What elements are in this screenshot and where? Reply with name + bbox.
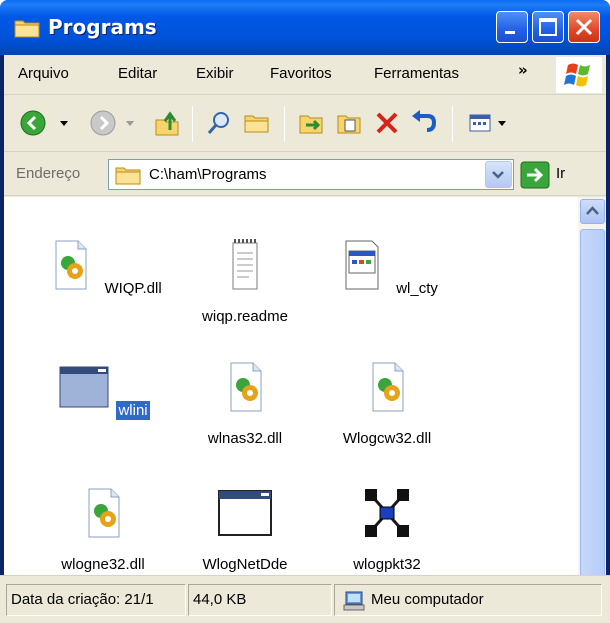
go-button-label[interactable]: Ir: [556, 165, 565, 182]
undo-icon[interactable]: [408, 108, 438, 138]
menu-overflow-chevron[interactable]: »: [518, 61, 528, 79]
file-name: wlogpkt32: [353, 556, 421, 573]
window-title: Programs: [48, 15, 157, 39]
dll-icon: [88, 488, 120, 538]
file-item[interactable]: wlogpkt32: [322, 485, 452, 574]
toolbar-separator: [192, 106, 193, 142]
window-client: Arquivo Editar Exibir Favoritos Ferramen…: [4, 55, 606, 623]
file-name: wiqp.readme: [202, 308, 288, 325]
go-arrow-icon[interactable]: [520, 161, 550, 189]
title-bar[interactable]: Programs: [0, 0, 610, 55]
copy-to-icon[interactable]: [334, 108, 364, 138]
file-name: wlogne32.dll: [61, 556, 145, 573]
file-name: wlini: [116, 401, 150, 420]
status-segment: 44,0 KB: [188, 584, 332, 616]
minimize-button[interactable]: [496, 11, 528, 43]
views-dropdown-icon[interactable]: [498, 121, 506, 126]
delete-icon[interactable]: [372, 108, 402, 138]
menu-exibir[interactable]: Exibir: [196, 65, 234, 82]
file-item[interactable]: WIQP.dll: [38, 237, 168, 298]
dll-icon: [55, 240, 87, 290]
scroll-thumb[interactable]: [580, 229, 605, 600]
search-icon[interactable]: [204, 108, 234, 138]
file-item[interactable]: wl_cty: [322, 237, 452, 298]
file-item[interactable]: wlogne32.dll: [38, 485, 168, 574]
toolbar-separator: [284, 106, 285, 142]
file-item[interactable]: wlnas32.dll: [180, 359, 310, 448]
address-label: Endereço: [16, 165, 81, 182]
file-name: Wlogcw32.dll: [342, 430, 432, 447]
network-app-icon: [365, 489, 409, 537]
menu-editar[interactable]: Editar: [118, 65, 157, 82]
status-bar: Data da criação: 21/1 44,0 KB Meu comput…: [0, 575, 610, 623]
back-dropdown-icon[interactable]: [60, 121, 68, 126]
views-icon[interactable]: [466, 108, 496, 138]
file-list-view[interactable]: WIQP.dll wiqp.readme wl_cty wlini wlnas3…: [4, 197, 606, 623]
toolbar-separator: [452, 106, 453, 142]
vertical-scrollbar[interactable]: [578, 197, 606, 623]
application-window-icon: [218, 490, 272, 536]
dll-icon: [230, 362, 262, 412]
close-icon: [575, 18, 593, 36]
close-button[interactable]: [568, 11, 600, 43]
menu-ferramentas[interactable]: Ferramentas: [374, 65, 459, 82]
forward-icon[interactable]: [88, 108, 118, 138]
file-item[interactable]: WlogNetDde: [180, 485, 310, 574]
file-name: wlnas32.dll: [207, 430, 283, 447]
file-name: WIQP.dll: [104, 280, 162, 297]
explorer-window: Programs Arquivo Editar Exibir Favoritos…: [0, 0, 610, 623]
status-created: Data da criação: 21/1: [11, 591, 154, 608]
back-icon[interactable]: [18, 108, 48, 138]
forward-dropdown-icon[interactable]: [126, 121, 134, 126]
application-window-icon: [59, 366, 109, 408]
up-folder-icon[interactable]: [152, 108, 182, 138]
computer-icon: [343, 591, 365, 611]
file-item[interactable]: wlini: [38, 359, 168, 420]
move-to-icon[interactable]: [296, 108, 326, 138]
file-item[interactable]: Wlogcw32.dll: [322, 359, 452, 448]
chevron-up-icon: [586, 206, 599, 215]
scroll-up-button[interactable]: [580, 199, 605, 224]
folder-icon: [115, 167, 141, 185]
address-dropdown-button[interactable]: [485, 161, 512, 188]
address-bar: Endereço C:\ham\Programs Ir: [4, 153, 606, 196]
file-name: WlogNetDde: [202, 556, 288, 573]
windows-logo: [556, 57, 602, 93]
file-name: wl_cty: [396, 280, 438, 297]
minimize-icon: [505, 31, 515, 34]
text-file-icon: [232, 239, 258, 290]
chevron-down-icon: [492, 171, 504, 179]
generic-file-icon: [345, 240, 379, 290]
file-item[interactable]: wiqp.readme: [180, 237, 310, 326]
status-location: Meu computador: [371, 591, 484, 608]
folders-icon[interactable]: [242, 108, 272, 138]
maximize-icon: [539, 18, 557, 36]
menu-bar: Arquivo Editar Exibir Favoritos Ferramen…: [4, 55, 606, 95]
menu-favoritos[interactable]: Favoritos: [270, 65, 332, 82]
maximize-button[interactable]: [532, 11, 564, 43]
toolbar: [4, 96, 606, 152]
status-segment: Meu computador: [334, 584, 602, 616]
menu-arquivo[interactable]: Arquivo: [18, 65, 69, 82]
address-value: C:\ham\Programs: [149, 166, 267, 183]
dll-icon: [372, 362, 404, 412]
status-size: 44,0 KB: [193, 591, 247, 608]
address-field[interactable]: C:\ham\Programs: [108, 159, 514, 190]
folder-icon: [14, 20, 40, 38]
status-segment: Data da criação: 21/1: [6, 584, 186, 616]
